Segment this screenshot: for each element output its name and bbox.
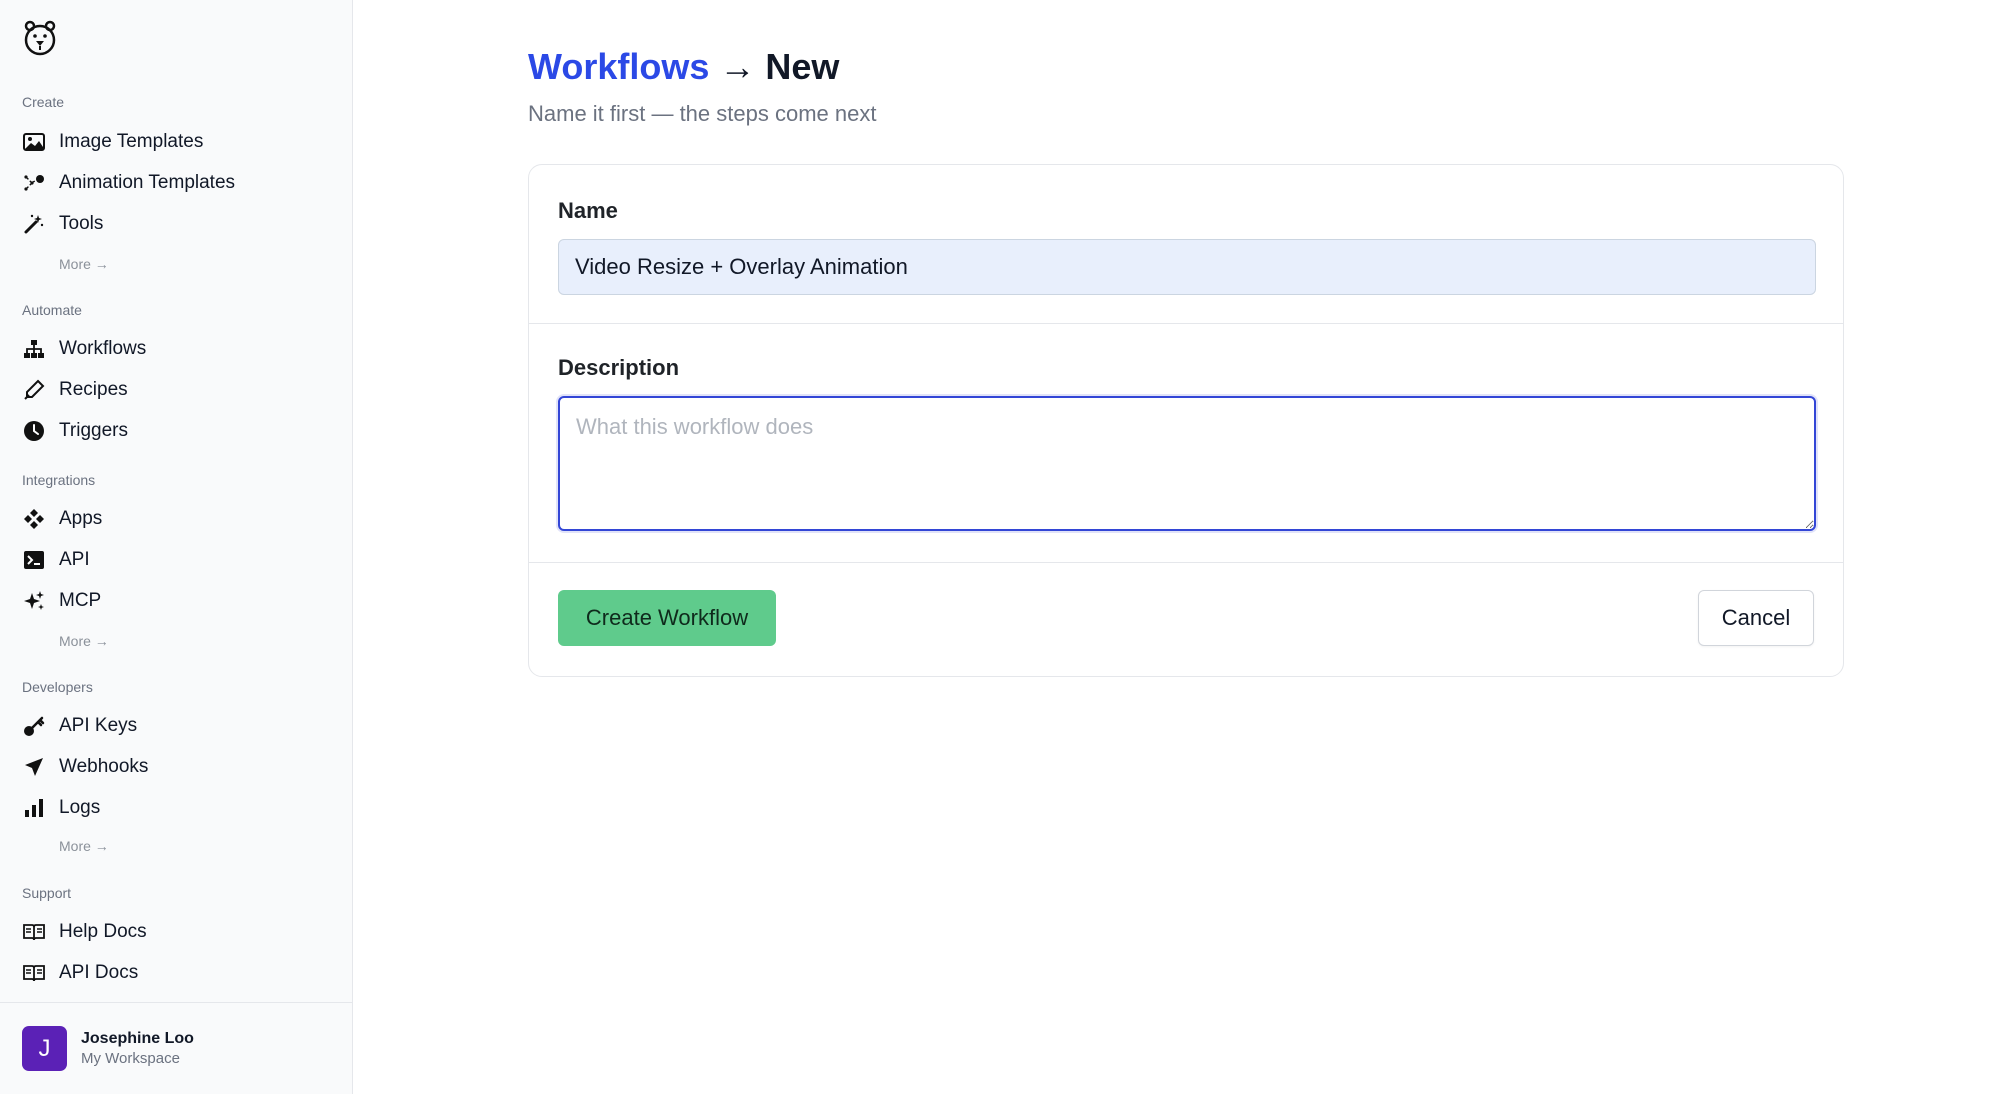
more-link-developers[interactable]: More → [59, 838, 109, 854]
sidebar-item-webhooks[interactable]: Webhooks [12, 748, 341, 786]
sidebar-item-triggers[interactable]: Triggers [12, 412, 341, 450]
section-label-developers: Developers [22, 679, 93, 695]
description-textarea[interactable] [558, 396, 1816, 531]
book-icon [22, 961, 46, 985]
sitemap-icon [22, 337, 46, 361]
key-icon [22, 714, 46, 738]
cancel-button[interactable]: Cancel [1698, 590, 1814, 646]
bar-chart-icon [22, 796, 46, 820]
user-meta: Josephine Loo My Workspace [81, 1030, 194, 1067]
sidebar-item-label: Image Templates [59, 131, 204, 152]
book-icon [22, 920, 46, 944]
sidebar-item-recipes[interactable]: Recipes [12, 371, 341, 409]
sidebar-item-label: Help Docs [59, 921, 147, 942]
new-workflow-form: Name Description Create Workflow Cancel [528, 164, 1844, 677]
name-input[interactable] [558, 239, 1816, 295]
sidebar-item-api-keys[interactable]: API Keys [12, 707, 341, 745]
bear-logo-icon[interactable] [22, 16, 58, 60]
section-label-automate: Automate [22, 302, 82, 318]
sidebar-item-label: API [59, 549, 90, 570]
page-title: Workflows → New [528, 46, 839, 88]
magic-wand-icon [22, 212, 46, 236]
sidebar-item-label: Apps [59, 508, 103, 529]
sidebar-item-apps[interactable]: Apps [12, 500, 341, 538]
create-workflow-button[interactable]: Create Workflow [558, 590, 776, 646]
breadcrumb-current: New [765, 46, 840, 87]
sidebar-item-label: Webhooks [59, 756, 149, 777]
sidebar-item-label: Tools [59, 213, 104, 234]
image-icon [22, 130, 46, 154]
terminal-icon [22, 548, 46, 572]
section-label-create: Create [22, 94, 65, 110]
main-content: Workflows → New Name it first — the step… [353, 0, 2000, 1094]
name-label: Name [558, 198, 618, 223]
sidebar-nav[interactable]: Create Image Templates Animation Templat… [0, 0, 352, 1010]
clock-icon [22, 419, 46, 443]
section-label-integrations: Integrations [22, 472, 96, 488]
paper-plane-icon [22, 755, 46, 779]
sidebar-item-help-docs[interactable]: Help Docs [12, 913, 341, 951]
sidebar-item-label: Animation Templates [59, 172, 236, 193]
avatar: J [22, 1026, 67, 1071]
sidebar-item-label: MCP [59, 590, 102, 611]
description-section: Description [529, 324, 1843, 563]
user-menu[interactable]: J Josephine Loo My Workspace [0, 1002, 352, 1094]
description-label: Description [558, 355, 680, 380]
sidebar-item-label: Logs [59, 797, 101, 818]
page-subtitle: Name it first — the steps come next [528, 101, 877, 126]
sidebar-item-label: API Docs [59, 962, 139, 983]
pen-icon [22, 378, 46, 402]
sidebar-item-logs[interactable]: Logs [12, 789, 341, 827]
more-link-create[interactable]: More → [59, 256, 109, 272]
sidebar-item-mcp[interactable]: MCP [12, 582, 341, 620]
section-label-support: Support [22, 885, 72, 901]
sidebar-item-tools[interactable]: Tools [12, 205, 341, 243]
sparkle-icon [22, 589, 46, 613]
sidebar-item-animation-templates[interactable]: Animation Templates [12, 164, 341, 202]
sidebar: Create Image Templates Animation Templat… [0, 0, 353, 1094]
name-section: Name [529, 165, 1843, 324]
breadcrumb-arrow: → [719, 46, 756, 87]
more-link-integrations[interactable]: More → [59, 633, 109, 649]
breadcrumb-workflows-link[interactable]: Workflows [528, 46, 709, 88]
sidebar-item-label: Triggers [59, 420, 128, 441]
sidebar-item-label: Recipes [59, 379, 128, 400]
animation-icon [22, 171, 46, 195]
workspace-name: My Workspace [81, 1050, 180, 1067]
user-name: Josephine Loo [81, 1030, 194, 1047]
sidebar-item-label: Workflows [59, 338, 147, 359]
sidebar-item-label: API Keys [59, 715, 138, 736]
sidebar-item-image-templates[interactable]: Image Templates [12, 123, 341, 161]
sidebar-item-api-docs[interactable]: API Docs [12, 954, 341, 992]
sidebar-item-workflows[interactable]: Workflows [12, 330, 341, 368]
apps-icon [22, 507, 46, 531]
sidebar-item-api[interactable]: API [12, 541, 341, 579]
